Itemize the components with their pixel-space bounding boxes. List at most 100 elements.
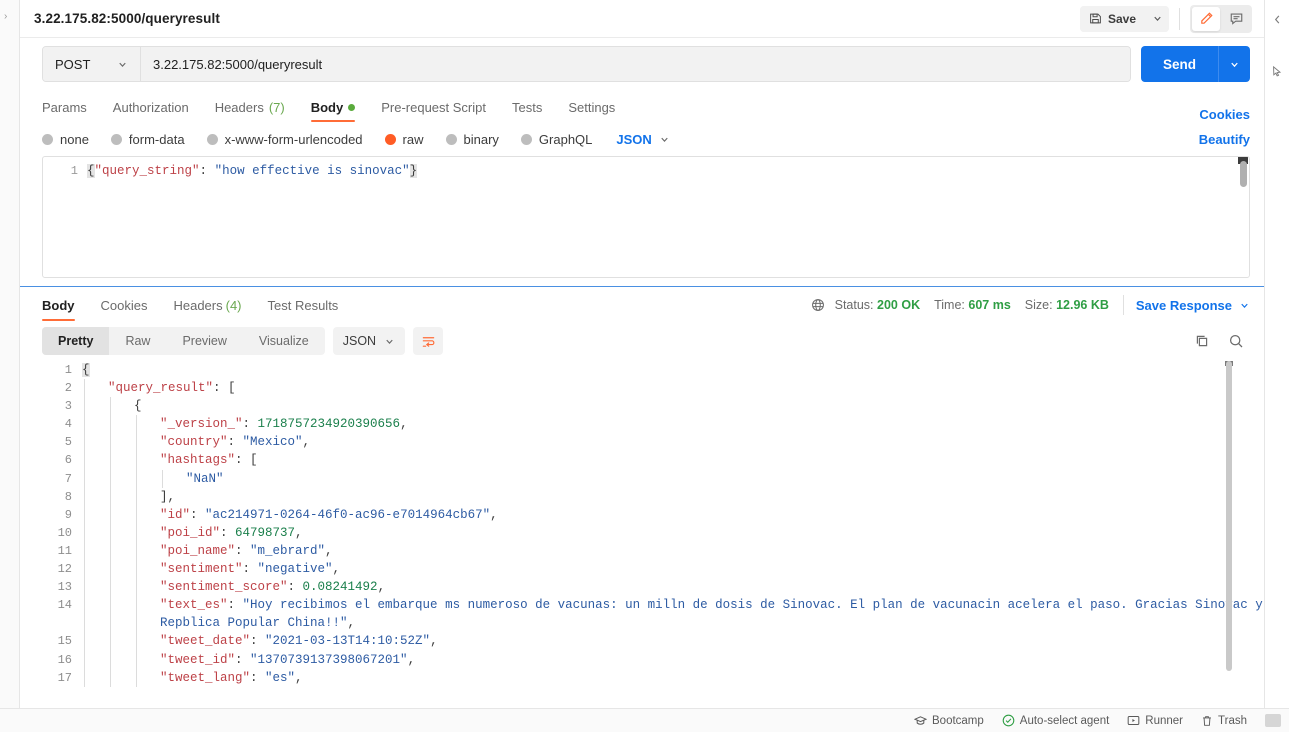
json-token-punc: : bbox=[250, 670, 266, 685]
indent-guide bbox=[136, 578, 137, 597]
tab-tests-label: Tests bbox=[511, 99, 543, 115]
view-mode-toggle bbox=[1190, 4, 1252, 33]
json-token-punc: , bbox=[377, 580, 386, 595]
expand-panel-icon[interactable] bbox=[1273, 14, 1282, 25]
tab-body[interactable]: Body bbox=[310, 92, 369, 122]
line-number: 2 bbox=[64, 381, 72, 396]
editor-scrollbar[interactable] bbox=[1240, 161, 1247, 187]
search-icon[interactable] bbox=[1228, 333, 1244, 349]
response-tab-cookies[interactable]: Cookies bbox=[101, 289, 148, 321]
save-button[interactable]: Save bbox=[1079, 5, 1145, 32]
copy-icon[interactable] bbox=[1194, 333, 1210, 349]
tab-tests[interactable]: Tests bbox=[512, 92, 555, 122]
tab-params[interactable]: Params bbox=[42, 92, 100, 122]
json-token-key: "sentiment_score" bbox=[160, 580, 288, 595]
body-type-raw[interactable]: raw bbox=[384, 131, 424, 147]
tab-settings[interactable]: Settings bbox=[568, 92, 628, 122]
response-tab-test-results-label: Test Results bbox=[267, 297, 339, 313]
beautify-link[interactable]: Beautify bbox=[1199, 132, 1250, 147]
tab-pre-request-script[interactable]: Pre-request Script bbox=[381, 92, 499, 122]
viewer-mode-pretty[interactable]: Pretty bbox=[42, 327, 110, 355]
collapse-sidebar-icon[interactable]: › bbox=[4, 12, 7, 22]
response-tab-headers[interactable]: Headers (4) bbox=[173, 289, 241, 321]
url-input[interactable] bbox=[141, 47, 1130, 81]
viewer-mode-raw[interactable]: Raw bbox=[109, 327, 166, 355]
json-token-key: "country" bbox=[160, 435, 228, 450]
viewer-mode-visualize[interactable]: Visualize bbox=[243, 327, 325, 355]
tab-headers-label: Headers bbox=[214, 99, 264, 115]
json-token-key: "_version_" bbox=[160, 417, 243, 432]
line-number: 9 bbox=[64, 507, 72, 522]
indent-guide bbox=[110, 451, 111, 470]
tab-headers[interactable]: Headers (7) bbox=[215, 92, 298, 122]
time-label: Time: bbox=[934, 298, 965, 312]
response-tab-headers-count: (4) bbox=[225, 297, 242, 313]
line-number: 17 bbox=[57, 670, 72, 685]
tab-authorization[interactable]: Authorization bbox=[113, 92, 202, 122]
request-tabs: Params Authorization Headers (7) Body Pr… bbox=[20, 90, 1264, 122]
body-type-raw-label: raw bbox=[402, 131, 424, 147]
indent-guide bbox=[136, 668, 137, 687]
indent-guide bbox=[136, 469, 137, 488]
body-type-form-data[interactable]: form-data bbox=[110, 132, 185, 147]
response-body-viewer[interactable]: 1 2 3 4 5 6 7 8 9 10 11 12 13 14 15 16 17 {"query_result… bbox=[20, 361, 1264, 732]
indent-guide bbox=[84, 523, 85, 542]
response-tab-test-results[interactable]: Test Results bbox=[268, 289, 339, 321]
indent-guide bbox=[110, 415, 111, 434]
indent-guide bbox=[84, 668, 85, 687]
response-code-line: { bbox=[82, 397, 1264, 416]
send-button[interactable]: Send bbox=[1140, 46, 1218, 82]
right-rail bbox=[1264, 0, 1289, 732]
indent-guide bbox=[110, 632, 111, 651]
save-response-caret[interactable] bbox=[1239, 300, 1250, 311]
response-tab-body[interactable]: Body bbox=[42, 289, 75, 321]
wrap-lines-button[interactable] bbox=[413, 327, 444, 355]
response-code-line: "tweet_date": "2021-03-13T14:10:52Z", bbox=[82, 632, 1264, 651]
response-format-select[interactable]: JSON bbox=[332, 327, 406, 355]
body-type-urlencoded[interactable]: x-www-form-urlencoded bbox=[206, 132, 363, 147]
header-divider bbox=[1179, 7, 1180, 30]
response-gutter: 1 2 3 4 5 6 7 8 9 10 11 12 13 14 15 16 17 bbox=[42, 361, 82, 687]
json-token-str: "1370739137398067201" bbox=[250, 652, 408, 667]
globe-icon[interactable] bbox=[811, 298, 825, 312]
cookies-link[interactable]: Cookies bbox=[1199, 107, 1250, 122]
response-code-line: "poi_id": 64798737, bbox=[82, 523, 1264, 542]
cursor-icon[interactable] bbox=[1271, 65, 1283, 77]
edit-pencil-icon[interactable] bbox=[1192, 6, 1220, 31]
json-token-punc: : bbox=[242, 417, 258, 432]
save-response-button[interactable]: Save Response bbox=[1136, 298, 1232, 313]
body-format-select[interactable]: JSON bbox=[616, 132, 669, 147]
line-number: 1 bbox=[70, 164, 78, 178]
response-scrollbar[interactable] bbox=[1226, 361, 1232, 671]
layout-toggle-icon[interactable] bbox=[1265, 714, 1281, 727]
save-group: Save bbox=[1079, 5, 1169, 32]
indent-guide bbox=[110, 560, 111, 579]
request-body-editor[interactable]: 1 {"query_string": "how effective is sin… bbox=[42, 156, 1250, 278]
http-method-select[interactable]: POST bbox=[43, 47, 141, 81]
json-token-punc: : bbox=[250, 634, 266, 649]
status-bar-auto-select-agent[interactable]: Auto-select agent bbox=[1002, 714, 1109, 727]
body-type-binary[interactable]: binary bbox=[445, 132, 499, 147]
runner-icon bbox=[1127, 715, 1140, 726]
json-token-punc: : bbox=[220, 525, 236, 540]
json-token-punc: , bbox=[407, 652, 416, 667]
size-value: 12.96 KB bbox=[1056, 298, 1109, 312]
send-options-caret[interactable] bbox=[1218, 46, 1250, 82]
indent-guide bbox=[110, 433, 111, 452]
response-code-line: { bbox=[82, 361, 1264, 379]
json-token-punc: : bbox=[242, 562, 258, 577]
body-type-graphql[interactable]: GraphQL bbox=[520, 132, 592, 147]
body-type-none[interactable]: none bbox=[42, 132, 89, 147]
comment-icon[interactable] bbox=[1222, 7, 1250, 31]
indent-guide bbox=[84, 650, 85, 669]
status-bar-trash[interactable]: Trash bbox=[1201, 715, 1247, 727]
status-bar-runner[interactable]: Runner bbox=[1127, 715, 1183, 727]
indent-guide bbox=[84, 415, 85, 434]
send-group: Send bbox=[1140, 46, 1250, 82]
json-token-punc: , bbox=[430, 634, 438, 649]
response-code-line: "id": "ac214971-0264-46f0-ac96-e7014964c… bbox=[82, 505, 1264, 524]
save-options-caret[interactable] bbox=[1145, 5, 1169, 32]
viewer-mode-preview[interactable]: Preview bbox=[166, 327, 242, 355]
request-header: 3.22.175.82:5000/queryresult Save bbox=[20, 0, 1264, 38]
status-bar-bootcamp[interactable]: Bootcamp bbox=[914, 715, 984, 727]
